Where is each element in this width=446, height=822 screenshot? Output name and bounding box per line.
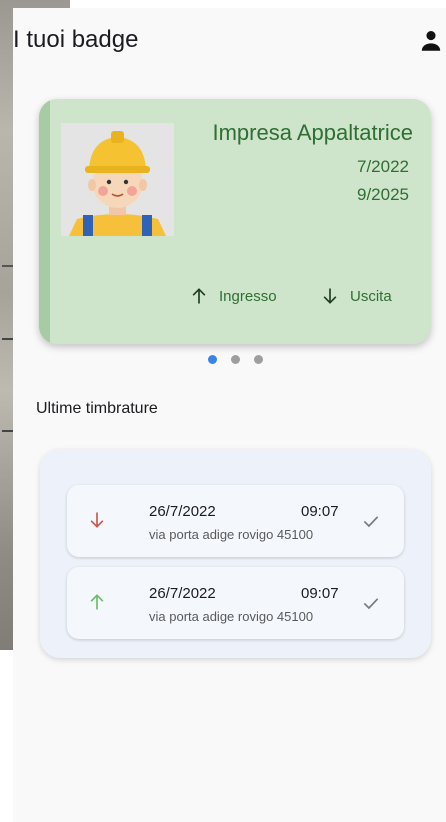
badge-stripe bbox=[39, 99, 50, 344]
worker-illustration bbox=[61, 123, 174, 236]
page-indicator[interactable] bbox=[208, 355, 263, 364]
worker-avatar bbox=[61, 123, 174, 236]
stamp-date: 26/7/2022 bbox=[149, 585, 216, 602]
exit-button[interactable]: Uscita bbox=[320, 282, 392, 310]
stamp-row-exit[interactable]: 26/7/2022 09:07 via porta adige rovigo 4… bbox=[67, 485, 404, 557]
app-screen: I tuoi badge Impresa Appaltatrice 7/2022… bbox=[13, 8, 446, 822]
stamp-time: 09:07 bbox=[301, 503, 339, 520]
stamp-address: via porta adige rovigo 45100 bbox=[149, 527, 314, 542]
arrow-up-icon bbox=[192, 288, 206, 304]
arrow-down-icon bbox=[323, 288, 337, 304]
stamp-row-entry[interactable]: 26/7/2022 09:07 via porta adige rovigo 4… bbox=[67, 567, 404, 639]
recent-stamps-card: 26/7/2022 09:07 via porta adige rovigo 4… bbox=[40, 449, 431, 658]
badge-end-date: 9/2025 bbox=[357, 185, 409, 204]
stamp-time: 09:07 bbox=[301, 585, 339, 602]
arrow-down-icon bbox=[90, 512, 104, 528]
badge-start-date: 7/2022 bbox=[357, 157, 409, 176]
page-dot[interactable] bbox=[254, 355, 263, 364]
check-icon bbox=[363, 516, 379, 528]
entry-button[interactable]: Ingresso bbox=[189, 282, 277, 310]
exit-button-label: Uscita bbox=[350, 287, 392, 305]
stamp-date: 26/7/2022 bbox=[149, 503, 216, 520]
page-dot[interactable] bbox=[231, 355, 240, 364]
top-bar: I tuoi badge bbox=[13, 8, 446, 74]
stamp-address: via porta adige rovigo 45100 bbox=[149, 609, 314, 624]
section-title: Ultime timbrature bbox=[36, 400, 158, 417]
badge-card[interactable]: Impresa Appaltatrice 7/2022 9/2025 Ingre… bbox=[39, 99, 431, 344]
company-name: Impresa Appaltatrice bbox=[212, 120, 413, 145]
check-icon bbox=[363, 598, 379, 610]
arrow-up-icon bbox=[90, 594, 104, 610]
entry-button-label: Ingresso bbox=[219, 287, 277, 305]
page-title: I tuoi badge bbox=[13, 26, 139, 53]
person-icon[interactable] bbox=[418, 28, 444, 54]
page-dot-active[interactable] bbox=[208, 355, 217, 364]
